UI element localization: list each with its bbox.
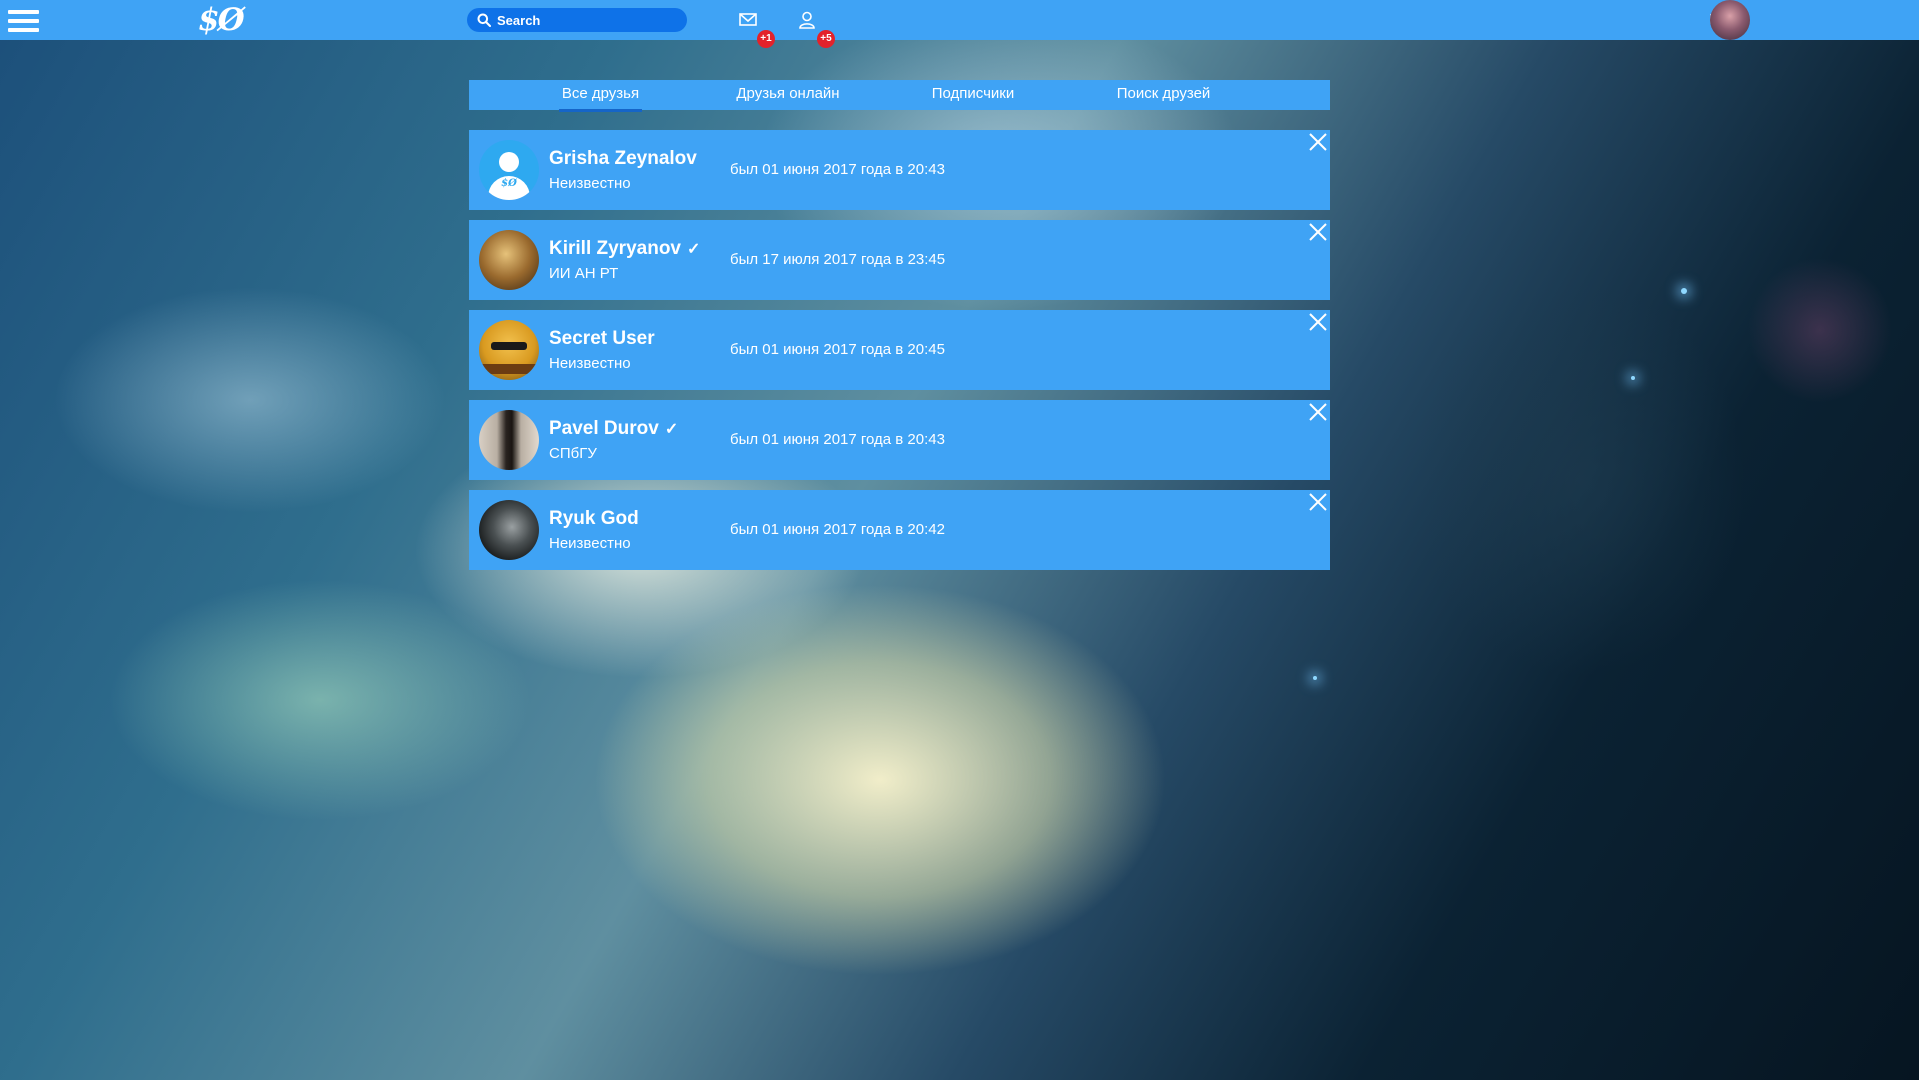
friend-subtitle: ИИ АН РТ (549, 265, 619, 282)
friend-last-seen: был 17 июля 2017 года в 23:45 (730, 251, 946, 268)
user-icon[interactable] (797, 10, 817, 30)
friend-subtitle: Неизвестно (549, 355, 631, 372)
background-star (1631, 376, 1635, 380)
friend-requests-badge: +5 (817, 30, 835, 48)
friend-name-text: Pavel Durov (549, 418, 659, 439)
friend-name-text: Ryuk God (549, 508, 639, 529)
avatar[interactable] (479, 500, 539, 560)
verified-icon: ✓ (664, 421, 679, 438)
tab-all-friends[interactable]: Все друзья (559, 80, 642, 112)
friend-last-seen: был 01 июня 2017 года в 20:43 (730, 161, 945, 178)
friends-tabs: Все друзья Друзья онлайн Подписчики Поис… (469, 80, 1330, 112)
avatar[interactable] (479, 410, 539, 470)
friend-last-seen: был 01 июня 2017 года в 20:43 (730, 431, 945, 448)
avatar[interactable] (479, 320, 539, 380)
tab-find-friends[interactable]: Поиск друзей (1112, 80, 1215, 110)
close-icon[interactable] (1308, 222, 1328, 242)
friend-name[interactable]: Kirill Zyryanov ✓ (549, 238, 700, 260)
user-avatar[interactable] (1710, 0, 1750, 40)
close-icon[interactable] (1308, 312, 1328, 332)
avatar[interactable]: $Ø (479, 140, 539, 200)
tab-friends-online[interactable]: Друзья онлайн (732, 80, 844, 110)
friends-list: $Ø Grisha Zeynalov Неизвестно был 01 июн… (469, 130, 1330, 580)
avatar-logo: $Ø (501, 178, 517, 189)
friend-name[interactable]: Secret User (549, 328, 655, 350)
friend-card: $Ø Grisha Zeynalov Неизвестно был 01 июн… (469, 130, 1330, 210)
friend-name-text: Secret User (549, 328, 655, 349)
close-icon[interactable] (1308, 402, 1328, 422)
friend-last-seen: был 01 июня 2017 года в 20:45 (730, 341, 945, 358)
friend-name-text: Grisha Zeynalov (549, 148, 697, 169)
tab-subscribers[interactable]: Подписчики (928, 80, 1018, 110)
search-icon (477, 13, 491, 27)
envelope-icon[interactable] (738, 10, 758, 30)
close-icon[interactable] (1308, 132, 1328, 152)
friend-subtitle: Неизвестно (549, 175, 631, 192)
background-star (1681, 288, 1687, 294)
messages-badge: +1 (757, 30, 775, 48)
friend-name[interactable]: Ryuk God (549, 508, 639, 530)
friend-last-seen: был 01 июня 2017 года в 20:42 (730, 521, 945, 538)
friend-card: Kirill Zyryanov ✓ ИИ АН РТ был 17 июля 20… (469, 220, 1330, 300)
friend-card: Pavel Durov ✓ СПбГУ был 01 июня 2017 года… (469, 400, 1330, 480)
site-logo[interactable]: $Ø (198, 1, 245, 39)
friend-name-text: Kirill Zyryanov (549, 238, 681, 259)
menu-icon[interactable] (8, 10, 39, 32)
friend-name[interactable]: Grisha Zeynalov (549, 148, 697, 170)
close-icon[interactable] (1308, 492, 1328, 512)
verified-icon: ✓ (687, 241, 701, 258)
avatar[interactable] (479, 230, 539, 290)
search-input[interactable] (497, 12, 677, 28)
friend-card: Secret User Неизвестно был 01 июня 2017 … (469, 310, 1330, 390)
search-bar[interactable] (467, 8, 687, 32)
friend-subtitle: Неизвестно (549, 535, 631, 552)
friend-card: Ryuk God Неизвестно был 01 июня 2017 год… (469, 490, 1330, 570)
friend-name[interactable]: Pavel Durov ✓ (549, 418, 678, 440)
friend-subtitle: СПбГУ (549, 445, 597, 462)
background-star (1313, 676, 1317, 680)
